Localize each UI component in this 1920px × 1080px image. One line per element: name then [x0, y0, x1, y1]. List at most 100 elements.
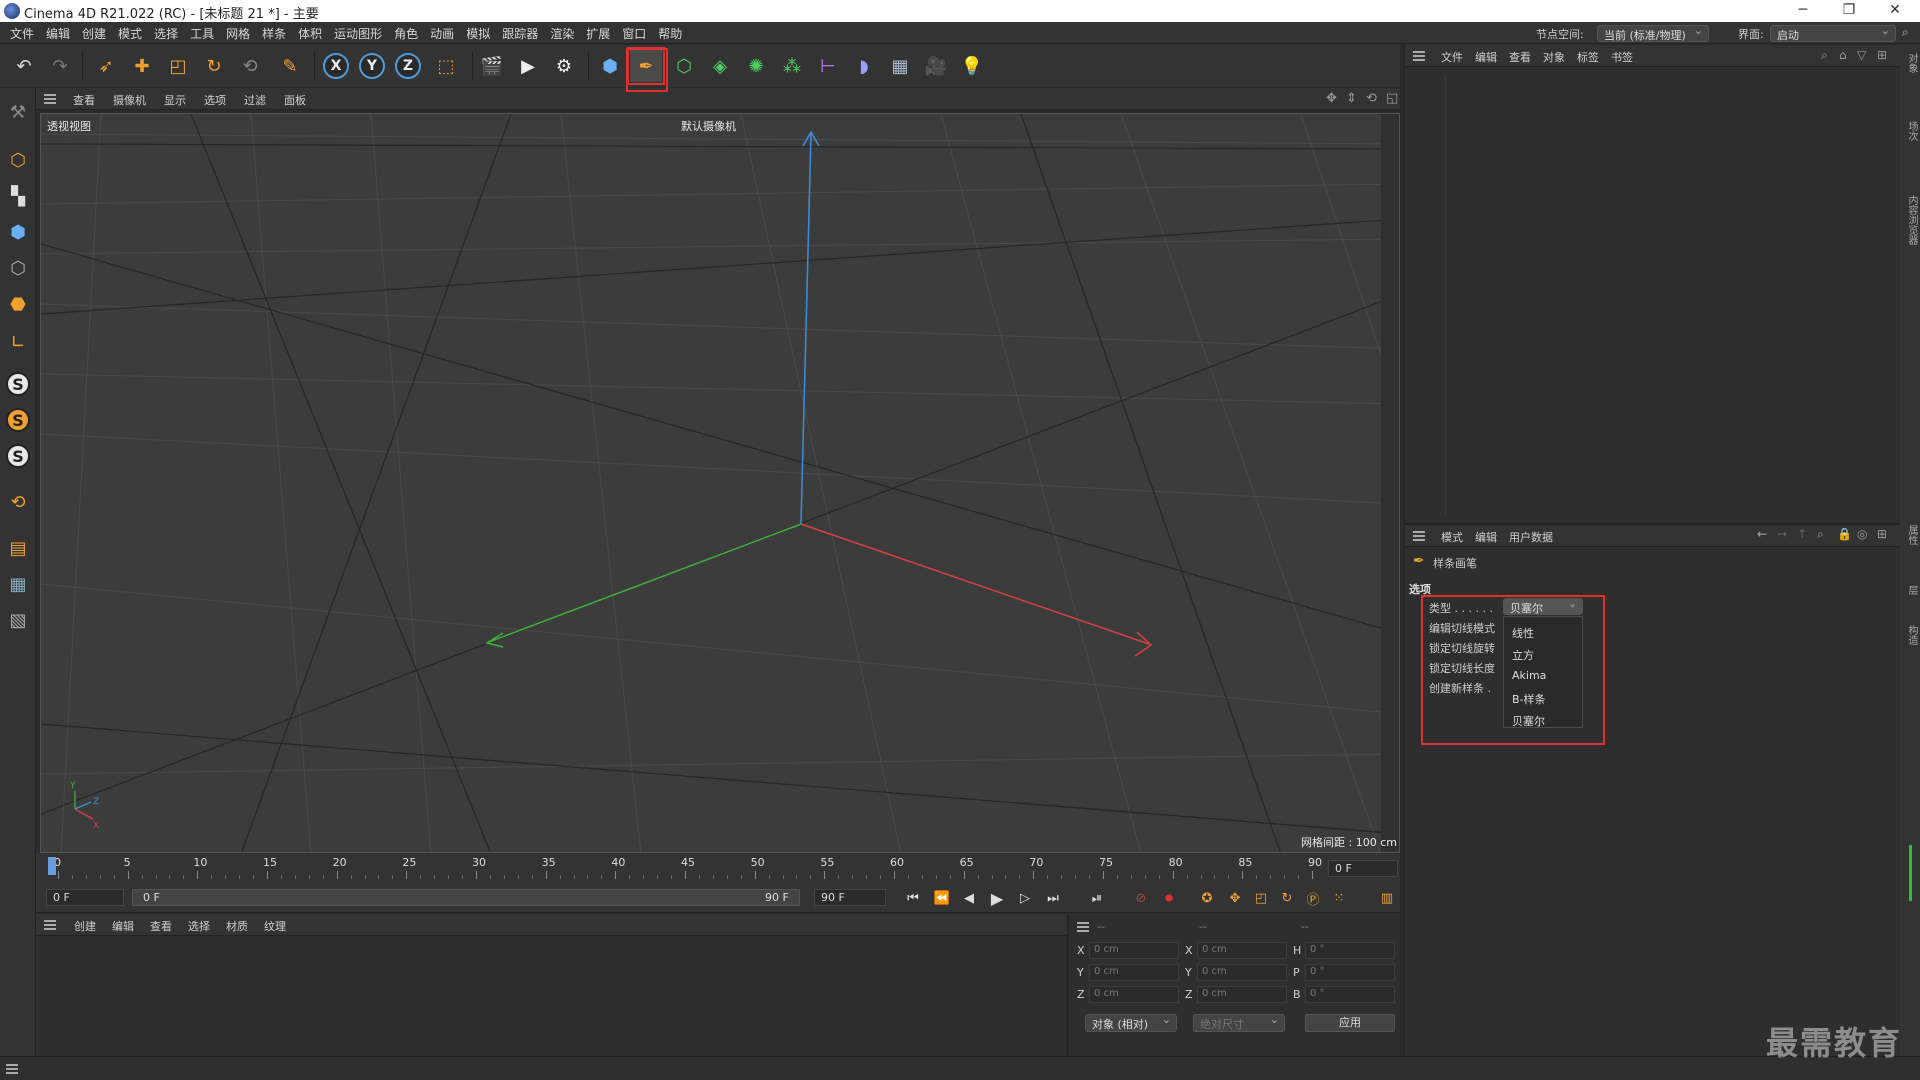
previous-frame-icon[interactable]: ◀ — [958, 888, 980, 908]
apply-button[interactable]: 应用 — [1305, 1014, 1395, 1032]
viewport-menu-item-0[interactable]: 查看 — [64, 92, 104, 108]
cloner-icon[interactable]: ◈ — [704, 50, 736, 82]
menu-item-15[interactable]: 扩展 — [580, 25, 616, 42]
undo-icon[interactable]: ↶ — [8, 50, 40, 82]
menu-item-3[interactable]: 模式 — [112, 25, 148, 42]
coord-mode-select[interactable]: 对象 (相对) — [1085, 1013, 1177, 1032]
coord-pos-field-1[interactable]: 0 cm — [1089, 964, 1179, 981]
material-menu-item-0[interactable]: 创建 — [66, 918, 104, 934]
coord-rot-field-1[interactable]: 0 ° — [1305, 964, 1395, 981]
play-icon[interactable]: ▶ — [986, 888, 1008, 908]
coord-size-field-0[interactable]: 0 cm — [1197, 942, 1287, 959]
orbit-icon[interactable]: ⟲ — [1366, 91, 1377, 106]
menu-item-16[interactable]: 窗口 — [616, 25, 652, 42]
viewport-menu-item-3[interactable]: 选项 — [195, 92, 235, 108]
coord-rot-field-2[interactable]: 0 ° — [1305, 986, 1395, 1003]
viewport-menu-item-1[interactable]: 摄像机 — [104, 92, 155, 108]
camera-icon[interactable]: 🎥 — [920, 50, 952, 82]
select-icon[interactable]: ➶ — [90, 50, 122, 82]
coord-size-field-2[interactable]: 0 cm — [1197, 986, 1287, 1003]
attribute-new-view-icon[interactable]: ⊞ — [1877, 527, 1887, 541]
locked-workplane-icon[interactable]: ▧ — [4, 606, 32, 634]
preview-range-slider[interactable]: 0 F 90 F — [132, 889, 800, 906]
make-editable-icon[interactable]: ⚒ — [4, 98, 32, 126]
material-menu-item-4[interactable]: 材质 — [218, 918, 256, 934]
object-menu-icon[interactable] — [1413, 51, 1425, 61]
menu-item-1[interactable]: 编辑 — [40, 25, 76, 42]
deformer-icon[interactable]: ✺ — [740, 50, 772, 82]
timeline-playhead[interactable] — [48, 857, 56, 875]
viewport-menu-icon[interactable] — [44, 94, 56, 104]
array-icon[interactable]: ⁂ — [776, 50, 808, 82]
key-pla-icon[interactable]: ⁙ — [1328, 888, 1350, 908]
up-icon[interactable]: ↑ — [1797, 527, 1807, 541]
key-parameter-icon[interactable]: Ⓟ — [1302, 888, 1324, 908]
workplane-snap[interactable]: S — [4, 442, 32, 470]
right-tab-2[interactable]: 内容浏览器 — [1904, 195, 1919, 245]
back-icon[interactable]: ← — [1757, 527, 1767, 541]
material-menu-icon[interactable] — [44, 920, 56, 930]
current-frame-field[interactable]: 0 F — [1328, 860, 1398, 877]
nurbs-icon[interactable]: ⬡ — [668, 50, 700, 82]
close-button[interactable]: ✕ — [1872, 0, 1918, 22]
render-picture-viewer-icon[interactable]: ▶ — [512, 50, 544, 82]
minimize-button[interactable]: ─ — [1780, 0, 1826, 22]
render-view-icon[interactable]: 🎬 — [476, 50, 508, 82]
edges-mode-icon[interactable]: ⬡ — [4, 254, 32, 282]
next-frame-icon[interactable]: ▷ — [1014, 888, 1036, 908]
attribute-search-icon[interactable]: ⌕ — [1817, 527, 1824, 542]
last-frame-icon[interactable]: ⏯ — [1086, 888, 1108, 908]
menu-item-6[interactable]: 网格 — [220, 25, 256, 42]
rotate-icon[interactable]: ↻ — [198, 50, 230, 82]
coordinate-system-icon[interactable]: ⬚ — [430, 50, 462, 82]
object-list[interactable] — [1405, 75, 1885, 515]
previous-key-icon[interactable]: ⏪ — [931, 888, 953, 908]
polygons-mode-icon[interactable]: ⬣ — [4, 290, 32, 318]
right-tab-5[interactable]: 构造 — [1904, 625, 1919, 645]
move-icon[interactable]: ✚ — [126, 50, 158, 82]
coord-size-field-1[interactable]: 0 cm — [1197, 964, 1287, 981]
material-menu-item-1[interactable]: 编辑 — [104, 918, 142, 934]
snap-toggle[interactable]: S — [4, 370, 32, 398]
y-axis-lock[interactable]: Y — [356, 50, 388, 82]
autokey-icon[interactable]: ⏺ — [1158, 888, 1180, 908]
timeline-window-icon[interactable]: ▥ — [1376, 888, 1398, 908]
texture-mode-icon[interactable]: ▚ — [4, 182, 32, 210]
key-position-icon[interactable]: ✥ — [1224, 888, 1246, 908]
snap-settings[interactable]: S — [4, 406, 32, 434]
object-menu-item-4[interactable]: 标签 — [1571, 49, 1605, 65]
attribute-menu-icon[interactable] — [1413, 531, 1425, 541]
object-menu-item-2[interactable]: 查看 — [1503, 49, 1537, 65]
maximize-view-icon[interactable]: ◱ — [1386, 91, 1398, 106]
right-tab-0[interactable]: 对象 — [1904, 53, 1919, 73]
menu-item-10[interactable]: 角色 — [388, 25, 424, 42]
viewport-menu-item-4[interactable]: 过滤 — [235, 92, 275, 108]
attribute-menu-item-0[interactable]: 模式 — [1435, 529, 1469, 545]
timeline-ruler[interactable]: 0 5 10 15 20 25 30 35 40 45 50 55 60 65 70 75 80 85 90 0 F — [36, 853, 1400, 883]
record-disabled-icon[interactable]: ⊘ — [1130, 888, 1152, 908]
menu-item-2[interactable]: 创建 — [76, 25, 112, 42]
dolly-icon[interactable]: ⇕ — [1346, 91, 1357, 106]
menu-item-13[interactable]: 跟踪器 — [496, 25, 544, 42]
attribute-menu-item-1[interactable]: 编辑 — [1469, 529, 1503, 545]
menu-item-9[interactable]: 运动图形 — [328, 25, 388, 42]
object-filter-icon[interactable]: ▽ — [1857, 48, 1866, 62]
live-select-icon[interactable]: ✎ — [274, 50, 306, 82]
go-to-end-icon[interactable]: ⏭ — [1042, 888, 1064, 908]
light-icon[interactable]: 💡 — [956, 50, 988, 82]
status-menu-icon[interactable] — [6, 1064, 18, 1074]
material-menu-item-3[interactable]: 选择 — [180, 918, 218, 934]
right-tab-1[interactable]: 场次 — [1904, 121, 1919, 141]
viewport-menu-item-5[interactable]: 面板 — [275, 92, 315, 108]
size-mode-select[interactable]: 绝对尺寸 — [1193, 1013, 1285, 1032]
menu-item-11[interactable]: 动画 — [424, 25, 460, 42]
menu-item-4[interactable]: 选择 — [148, 25, 184, 42]
attribute-menu-item-2[interactable]: 用户数据 — [1503, 529, 1559, 545]
start-frame-field[interactable]: 0 F — [46, 889, 124, 906]
menu-item-14[interactable]: 渲染 — [544, 25, 580, 42]
coord-rot-field-0[interactable]: 0 ° — [1305, 942, 1395, 959]
render-settings-icon[interactable]: ⚙ — [548, 50, 580, 82]
perspective-viewport[interactable]: Y X Z 透视视图 默认摄像机 网格间距 : 100 cm — [40, 113, 1400, 853]
material-menu-item-2[interactable]: 查看 — [142, 918, 180, 934]
cube-icon[interactable]: ⬢ — [594, 50, 626, 82]
